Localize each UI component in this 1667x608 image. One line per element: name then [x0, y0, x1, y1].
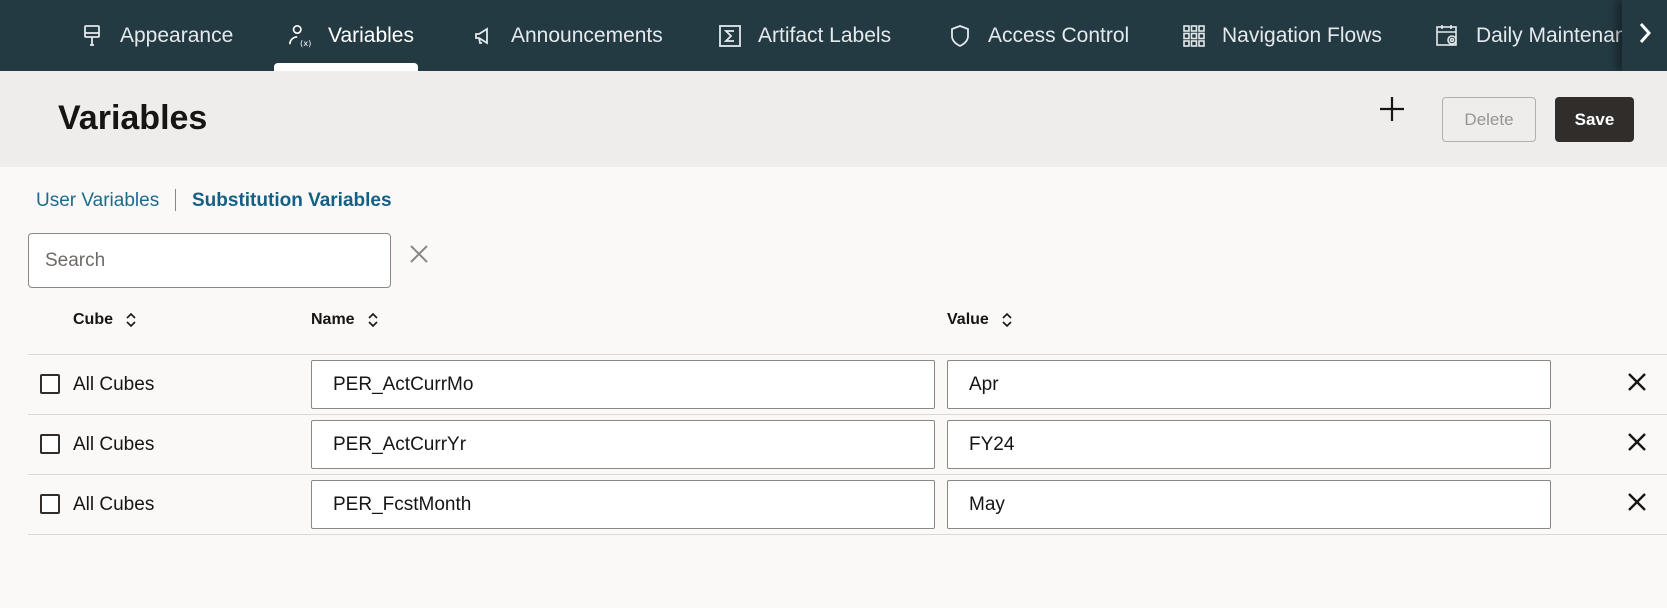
table-row: All Cubes PER_ActCurrMo Apr — [28, 354, 1667, 414]
close-icon — [1627, 432, 1647, 457]
variable-name-field[interactable]: PER_ActCurrMo — [311, 360, 935, 409]
nav-item-label: Artifact Labels — [758, 23, 892, 47]
delete-row-button[interactable] — [1625, 492, 1649, 516]
row-checkbox[interactable] — [40, 494, 60, 514]
page-title: Variables — [58, 99, 208, 137]
nav-item-variables[interactable]: (x) Variables — [274, 0, 418, 71]
calendar-gear-icon — [1436, 24, 1460, 48]
delete-button[interactable]: Delete — [1442, 97, 1536, 142]
grid-icon — [1182, 24, 1206, 48]
column-header-label: Name — [311, 311, 355, 328]
cube-cell: All Cubes — [73, 374, 155, 395]
page-header: Variables Delete Save — [0, 71, 1667, 167]
shield-icon — [948, 24, 972, 48]
sigma-icon — [718, 24, 742, 48]
sort-icon — [367, 311, 379, 329]
nav-item-label: Navigation Flows — [1222, 23, 1382, 47]
nav-item-appearance[interactable]: Appearance — [80, 0, 233, 71]
nav-item-announcements[interactable]: Announcements — [471, 0, 663, 71]
variable-value-field[interactable]: May — [947, 480, 1551, 529]
paintbrush-icon — [80, 24, 104, 48]
row-checkbox[interactable] — [40, 374, 60, 394]
nav-item-label: Appearance — [120, 23, 234, 47]
table-row: All Cubes PER_FcstMonth May — [28, 474, 1667, 534]
subtab-divider — [175, 189, 176, 211]
sort-icon — [125, 311, 137, 329]
nav-item-access-control[interactable]: Access Control — [948, 0, 1129, 71]
user-variable-icon: (x) — [288, 24, 312, 48]
close-icon — [1627, 492, 1647, 517]
variable-name-field[interactable]: PER_FcstMonth — [311, 480, 935, 529]
column-header-name[interactable]: Name — [311, 311, 379, 329]
nav-item-label: Daily Maintenance — [1476, 23, 1622, 47]
cube-cell: All Cubes — [73, 434, 155, 455]
nav-item-label: Announcements — [511, 23, 663, 47]
svg-text:(x): (x) — [300, 38, 311, 48]
nav-item-navigation-flows[interactable]: Navigation Flows — [1182, 0, 1382, 71]
nav-scroll-next-button[interactable] — [1622, 0, 1667, 71]
row-checkbox[interactable] — [40, 434, 60, 454]
close-icon — [1627, 372, 1647, 397]
variable-value-field[interactable]: FY24 — [947, 420, 1551, 469]
nav-item-label: Variables — [328, 23, 414, 47]
column-header-label: Cube — [73, 311, 113, 328]
sort-icon — [1001, 311, 1013, 329]
subtab-substitution-variables[interactable]: Substitution Variables — [192, 190, 392, 212]
add-variable-button[interactable] — [1376, 95, 1408, 127]
search-input[interactable]: Search — [28, 233, 391, 288]
column-header-cube[interactable]: Cube — [73, 311, 137, 329]
close-icon — [409, 244, 429, 269]
column-header-label: Value — [947, 311, 989, 328]
nav-item-artifact-labels[interactable]: Artifact Labels — [718, 0, 891, 71]
plus-icon — [1378, 95, 1406, 128]
nav-item-label: Access Control — [988, 23, 1130, 47]
column-header-value[interactable]: Value — [947, 311, 1013, 329]
delete-row-button[interactable] — [1625, 372, 1649, 396]
active-tab-indicator — [274, 63, 418, 71]
delete-row-button[interactable] — [1625, 432, 1649, 456]
subtab-user-variables[interactable]: User Variables — [36, 190, 159, 212]
table-divider — [28, 534, 1667, 535]
top-navigation-bar: Appearance (x) Variables Announcements A… — [0, 0, 1667, 71]
cube-cell: All Cubes — [73, 494, 155, 515]
variable-name-field[interactable]: PER_ActCurrYr — [311, 420, 935, 469]
save-button[interactable]: Save — [1555, 97, 1634, 142]
clear-search-button[interactable] — [406, 243, 432, 269]
megaphone-icon — [471, 24, 495, 48]
nav-items-container: Appearance (x) Variables Announcements A… — [0, 0, 1622, 71]
table-row: All Cubes PER_ActCurrYr FY24 — [28, 414, 1667, 474]
nav-item-daily-maintenance[interactable]: Daily Maintenance — [1436, 0, 1622, 71]
variable-value-field[interactable]: Apr — [947, 360, 1551, 409]
chevron-right-icon — [1637, 21, 1653, 50]
